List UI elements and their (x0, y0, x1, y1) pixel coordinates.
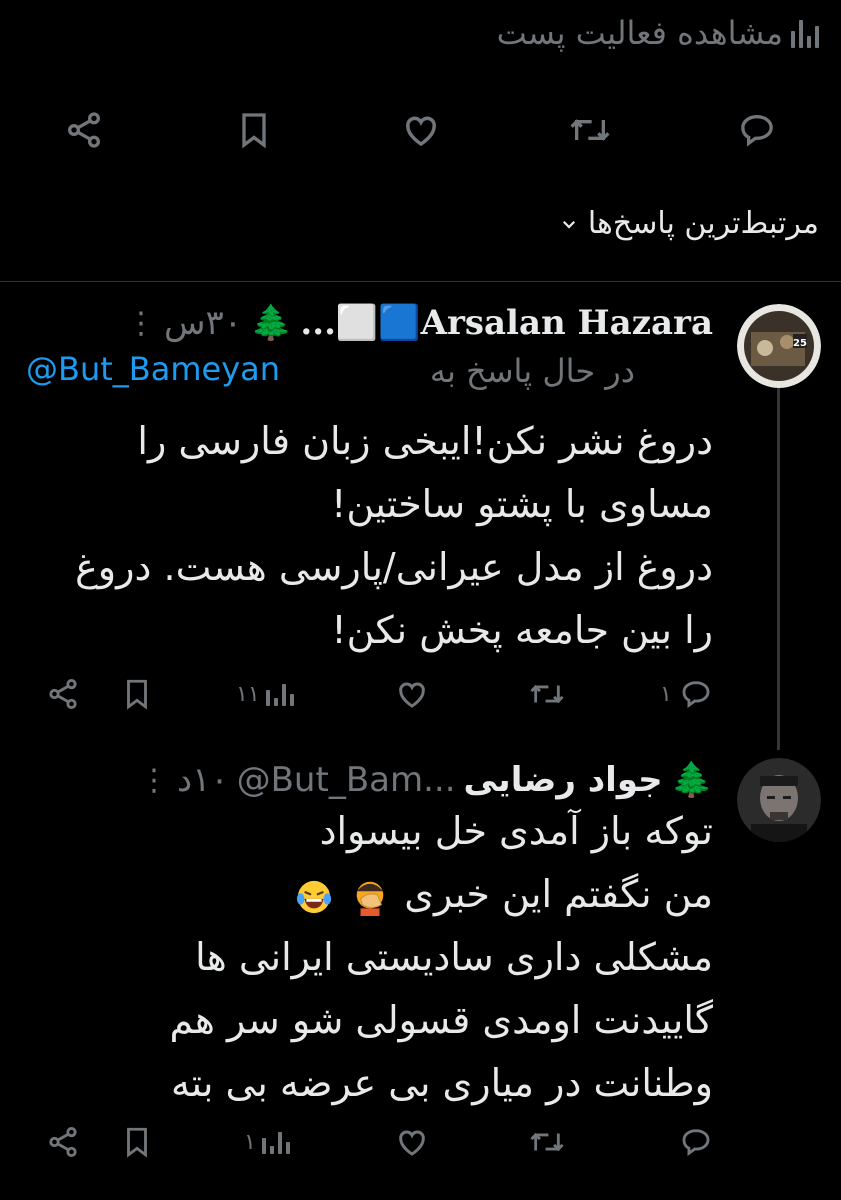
reply-icon (682, 681, 710, 709)
more-options-icon[interactable]: ⋮ (126, 306, 156, 341)
text-line: دروغ نشر نکن!ایبخی زبان فارسی را (137, 419, 713, 463)
views-count: ۱ (244, 1129, 256, 1155)
analytics-icon (265, 682, 294, 706)
analytics-icon (791, 18, 819, 48)
reply-icon (682, 1129, 710, 1157)
avatar[interactable] (737, 758, 821, 842)
retweet-button[interactable] (568, 100, 612, 160)
view-post-activity-label: مشاهده فعالیت پست (496, 14, 783, 52)
tree-emoji: 🌲 (250, 303, 293, 343)
reply-button[interactable] (672, 1112, 714, 1172)
reply-header: Arsalan Hazara🟦⬜... 🌲 ۳۰س ⋮ (126, 298, 713, 348)
reply-action-bar: ۱۱ ۱ (0, 664, 841, 724)
text-line: را بین جامعه پخش نکن! (331, 608, 713, 652)
text-line: دروغ از مدل عیرانی/پارسی هست. دروغ (75, 545, 713, 589)
text-line: مساوی با پشتو ساختین! (331, 482, 713, 526)
share-button[interactable] (46, 664, 80, 724)
retweet-button[interactable] (528, 664, 572, 724)
analytics-icon (261, 1130, 290, 1154)
text-line: توکه باز آمدی خل بیسواد (319, 809, 713, 853)
views-button[interactable]: ۱ (244, 1112, 290, 1172)
text-line: وطنانت در میاری بی عرضه بی بته (171, 1061, 713, 1105)
share-icon (49, 678, 77, 710)
like-icon (399, 682, 425, 708)
retweet-button[interactable] (528, 1112, 572, 1172)
reply-sort-selector[interactable]: مرتبط‌ترین پاسخ‌ها (560, 206, 819, 241)
share-icon (68, 112, 100, 148)
reply-header: 🌲 جواد رضایی @But_Bam... ۱۰د ⋮ (139, 755, 713, 805)
like-button[interactable] (394, 1112, 436, 1172)
retweet-icon (530, 684, 564, 704)
text-line-with-emoji: من نگفتم این خبری (23, 863, 713, 926)
handle[interactable]: @But_Bam... (237, 760, 456, 800)
laughing-emoji (296, 880, 332, 913)
text-line: گاییدنت اومدی قسولی شو سر هم (169, 998, 713, 1042)
reply-action-bar: ۱ (0, 1112, 841, 1172)
chevron-down-icon (562, 220, 575, 229)
view-post-activity[interactable]: مشاهده فعالیت پست (497, 14, 819, 52)
bookmark-button[interactable] (234, 100, 274, 160)
divider (0, 281, 841, 282)
bookmark-icon (127, 1127, 147, 1158)
more-options-icon[interactable]: ⋮ (139, 763, 169, 798)
bookmark-button[interactable] (120, 1112, 154, 1172)
retweet-icon (530, 1132, 564, 1152)
reply-sort-label: مرتبط‌ترین پاسخ‌ها (587, 206, 819, 241)
like-icon (406, 116, 436, 147)
reply-count: ۱ (660, 681, 672, 707)
reply-text: توکه باز آمدی خل بیسواد من نگفتم این خبر… (23, 800, 713, 1115)
reply-text: دروغ نشر نکن!ایبخی زبان فارسی را مساوی ب… (23, 410, 713, 662)
post-action-bar (0, 100, 841, 160)
like-icon (399, 1130, 425, 1156)
display-name[interactable]: جواد رضایی (464, 760, 663, 800)
svg-text:25: 25 (793, 338, 807, 349)
share-button[interactable] (64, 100, 104, 160)
reply-button[interactable]: ۱ (660, 664, 714, 724)
replying-to-prefix: در حال پاسخ به (429, 352, 635, 390)
like-button[interactable] (394, 664, 436, 724)
avatar[interactable]: 25 (737, 304, 821, 388)
timestamp[interactable]: ۳۰س (164, 303, 242, 343)
bookmark-button[interactable] (120, 664, 154, 724)
text-line: من نگفتم این خبری (404, 872, 713, 916)
bookmark-icon (242, 113, 266, 149)
mention-link[interactable]: @But_Bameyan (26, 350, 280, 388)
timestamp[interactable]: ۱۰د (177, 760, 229, 800)
retweet-icon (570, 119, 610, 141)
share-icon (49, 1126, 77, 1158)
bookmark-icon (127, 679, 147, 710)
reply-icon (741, 114, 773, 147)
share-button[interactable] (46, 1112, 80, 1172)
display-name[interactable]: Arsalan Hazara🟦⬜... (300, 303, 713, 343)
replying-to-mention[interactable]: @But_Bameyan (26, 350, 280, 388)
reply-button[interactable] (736, 100, 778, 160)
views-count: ۱۱ (236, 681, 260, 707)
tree-emoji: 🌲 (670, 760, 713, 800)
views-button[interactable]: ۱۱ (236, 664, 294, 724)
facepalm-emoji (356, 881, 384, 916)
like-button[interactable] (400, 100, 442, 160)
text-line: مشکلی داری سادیستی ایرانی ها (195, 935, 713, 979)
